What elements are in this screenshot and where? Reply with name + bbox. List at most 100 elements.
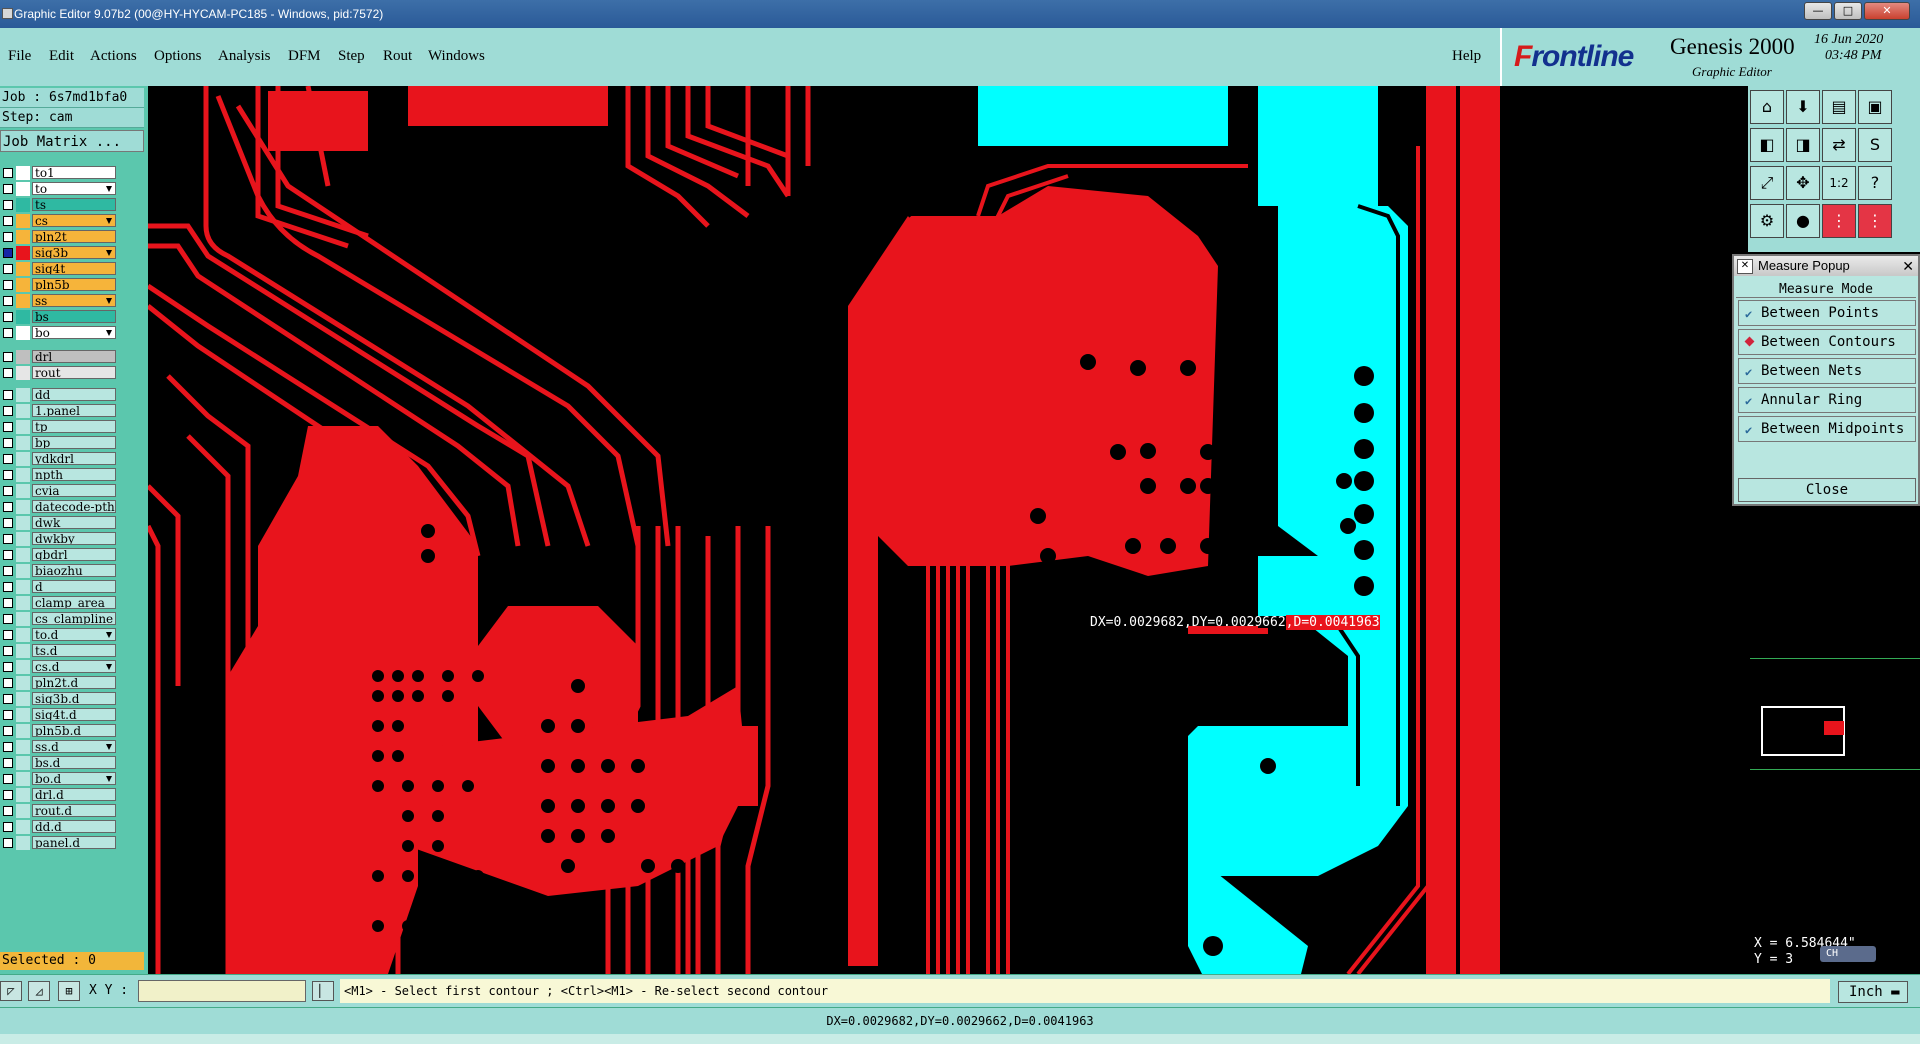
prev-icon[interactable]: ◧ bbox=[1750, 128, 1784, 162]
layer-row-cs[interactable]: cs bbox=[0, 214, 118, 228]
layer-row-pln5b-d[interactable]: pln5b.d bbox=[0, 724, 118, 738]
layer-row-cs-d[interactable]: cs.d bbox=[0, 660, 118, 674]
mode-between-midpoints[interactable]: ✔ Between Midpoints bbox=[1738, 416, 1916, 442]
layer-name[interactable]: to.d bbox=[32, 628, 116, 641]
layer-checkbox[interactable] bbox=[3, 614, 13, 624]
layer-name[interactable]: bo bbox=[32, 326, 116, 339]
layer-row-dd[interactable]: dd bbox=[0, 388, 118, 402]
overview-minimap[interactable] bbox=[1750, 658, 1920, 770]
layer-row-sig4t[interactable]: sig4t bbox=[0, 262, 118, 276]
layer-row-panel-d[interactable]: panel.d bbox=[0, 836, 118, 850]
layer-name[interactable]: rout.d bbox=[32, 804, 116, 817]
layer-checkbox[interactable] bbox=[3, 184, 13, 194]
layer-checkbox[interactable] bbox=[3, 838, 13, 848]
graphic-canvas[interactable]: DX=0.0029682,DY=0.0029662,D=0.0041963 bbox=[148, 86, 1500, 974]
menu-dfm[interactable]: DFM bbox=[288, 48, 321, 65]
layer-checkbox[interactable] bbox=[3, 806, 13, 816]
layer-name[interactable]: cs bbox=[32, 214, 116, 227]
layer-name[interactable]: dd.d bbox=[32, 820, 116, 833]
layer-row-rout-d[interactable]: rout.d bbox=[0, 804, 118, 818]
layer-name[interactable]: sig4t bbox=[32, 262, 116, 275]
zoom-in-box-icon[interactable]: ⬇ bbox=[1786, 90, 1820, 124]
layer-checkbox[interactable] bbox=[3, 710, 13, 720]
layer-name[interactable]: pln2t.d bbox=[32, 676, 116, 689]
menu-rout[interactable]: Rout bbox=[383, 48, 412, 65]
layer-name[interactable]: sig3b.d bbox=[32, 692, 116, 705]
menu-help[interactable]: Help bbox=[1452, 48, 1481, 65]
layer-row-biaozhu[interactable]: biaozhu bbox=[0, 564, 118, 578]
layer-row-cs-clampline[interactable]: cs_clampline bbox=[0, 612, 118, 626]
layer-checkbox[interactable] bbox=[3, 470, 13, 480]
layer-name[interactable]: cs.d bbox=[32, 660, 116, 673]
one-to-two-icon[interactable]: 1:2 bbox=[1822, 166, 1856, 200]
popup-close-icon[interactable]: ✕ bbox=[1902, 256, 1914, 276]
layer-checkbox[interactable] bbox=[3, 518, 13, 528]
unit-selector[interactable]: Inch ▬ bbox=[1838, 981, 1908, 1003]
snap-icon[interactable]: ◸ bbox=[0, 981, 22, 1001]
layer-row-bp[interactable]: bp bbox=[0, 436, 118, 450]
help-icon[interactable]: ? bbox=[1858, 166, 1892, 200]
draw-icon[interactable]: ◿ bbox=[28, 981, 50, 1001]
layer-checkbox[interactable] bbox=[3, 630, 13, 640]
layer-checkbox[interactable] bbox=[3, 200, 13, 210]
layer-row-to1[interactable]: to1 bbox=[0, 166, 118, 180]
layer-checkbox[interactable] bbox=[3, 168, 13, 178]
layer-checkbox[interactable] bbox=[3, 328, 13, 338]
layer-name[interactable]: bp bbox=[32, 436, 116, 449]
layer-row-bs[interactable]: bs bbox=[0, 310, 118, 324]
layer-row-dwk[interactable]: dwk bbox=[0, 516, 118, 530]
layer-row-pln2t[interactable]: pln2t bbox=[0, 230, 118, 244]
layer-row-ss[interactable]: ss bbox=[0, 294, 118, 308]
layer-row-1-panel[interactable]: 1.panel bbox=[0, 404, 118, 418]
layer-checkbox[interactable] bbox=[3, 726, 13, 736]
layer-row-sig3b-d[interactable]: sig3b.d bbox=[0, 692, 118, 706]
page-icon[interactable]: ▤ bbox=[1822, 90, 1856, 124]
layer-row-npth[interactable]: npth bbox=[0, 468, 118, 482]
layer-row-sig3b[interactable]: sig3b bbox=[0, 246, 118, 260]
layer-name[interactable]: pln5b.d bbox=[32, 724, 116, 737]
layer-row-drl-d[interactable]: drl.d bbox=[0, 788, 118, 802]
menu-analysis[interactable]: Analysis bbox=[218, 48, 271, 65]
layer-checkbox[interactable] bbox=[3, 280, 13, 290]
menu-options[interactable]: Options bbox=[154, 48, 202, 65]
layer-name[interactable]: panel.d bbox=[32, 836, 116, 849]
layer-checkbox[interactable] bbox=[3, 232, 13, 242]
layer-checkbox[interactable] bbox=[3, 774, 13, 784]
net-a-icon[interactable]: ⋮ bbox=[1822, 204, 1856, 238]
layer-checkbox[interactable] bbox=[3, 264, 13, 274]
layer-row-to[interactable]: to bbox=[0, 182, 118, 196]
mode-annular-ring[interactable]: ✔ Annular Ring bbox=[1738, 387, 1916, 413]
layer-name[interactable]: biaozhu bbox=[32, 564, 116, 577]
layer-checkbox[interactable] bbox=[3, 352, 13, 362]
layer-name[interactable]: clamp_area bbox=[32, 596, 116, 609]
layer-checkbox[interactable] bbox=[3, 534, 13, 544]
layer-checkbox[interactable] bbox=[3, 486, 13, 496]
layer-checkbox[interactable] bbox=[3, 422, 13, 432]
layer-name[interactable]: gbdrl bbox=[32, 548, 116, 561]
layer-checkbox[interactable] bbox=[3, 390, 13, 400]
center-icon[interactable]: ✥ bbox=[1786, 166, 1820, 200]
layer-row-pln5b[interactable]: pln5b bbox=[0, 278, 118, 292]
net-b-icon[interactable]: ⋮ bbox=[1858, 204, 1892, 238]
layer-row-tp[interactable]: tp bbox=[0, 420, 118, 434]
zoom-home-icon[interactable]: ⌂ bbox=[1750, 90, 1784, 124]
ime-indicator[interactable]: CH bbox=[1820, 946, 1876, 962]
layer-name[interactable]: d bbox=[32, 580, 116, 593]
layer-row-ss-d[interactable]: ss.d bbox=[0, 740, 118, 754]
layer-checkbox[interactable] bbox=[3, 678, 13, 688]
layer-row-gbdrl[interactable]: gbdrl bbox=[0, 548, 118, 562]
layer-checkbox[interactable] bbox=[3, 550, 13, 560]
menu-file[interactable]: File bbox=[8, 48, 31, 65]
layer-row-d[interactable]: d bbox=[0, 580, 118, 594]
layer-name[interactable]: bs.d bbox=[32, 756, 116, 769]
flip-icon[interactable]: ⇄ bbox=[1822, 128, 1856, 162]
layer-name[interactable]: dwkby bbox=[32, 532, 116, 545]
layer-name[interactable]: pln5b bbox=[32, 278, 116, 291]
layer-row-bo-d[interactable]: bo.d bbox=[0, 772, 118, 786]
layer-checkbox[interactable] bbox=[3, 438, 13, 448]
fit-icon[interactable]: ⤢ bbox=[1750, 166, 1784, 200]
layer-checkbox[interactable] bbox=[3, 582, 13, 592]
layer-checkbox[interactable] bbox=[3, 822, 13, 832]
next-icon[interactable]: ◨ bbox=[1786, 128, 1820, 162]
layer-checkbox[interactable] bbox=[3, 454, 13, 464]
